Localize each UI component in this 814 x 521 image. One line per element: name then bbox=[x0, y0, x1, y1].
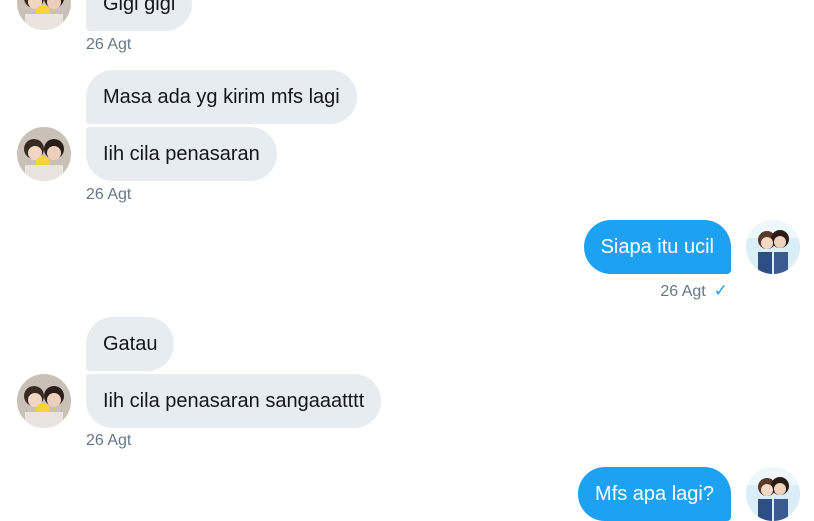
message-text: Iih cila penasaran sangaaatttt bbox=[103, 390, 365, 412]
message-text: Iih cila penasaran bbox=[103, 143, 260, 165]
message-timestamp: 26 Agt bbox=[86, 186, 132, 203]
outgoing-message-bubble[interactable]: Siapa itu ucil bbox=[583, 220, 731, 274]
sender-avatar[interactable] bbox=[17, 0, 71, 30]
timestamp-text: 26 Agt bbox=[660, 283, 706, 300]
message-timestamp: 26 Agt bbox=[86, 432, 132, 449]
own-avatar[interactable] bbox=[746, 467, 800, 521]
message-text: Gatau bbox=[103, 333, 158, 355]
message-text: Gigi gigi bbox=[103, 0, 176, 15]
message-timestamp: 26 Agt ✓ bbox=[660, 281, 728, 302]
outgoing-message-bubble[interactable]: Mfs apa lagi? bbox=[578, 467, 731, 521]
own-avatar[interactable] bbox=[746, 220, 800, 274]
sender-avatar[interactable] bbox=[17, 374, 71, 428]
message-text: Siapa itu ucil bbox=[600, 236, 714, 258]
message-text: Masa ada yg kirim mfs lagi bbox=[103, 86, 340, 108]
sender-avatar[interactable] bbox=[17, 127, 71, 181]
message-text: Mfs apa lagi? bbox=[595, 483, 714, 505]
incoming-message-bubble[interactable]: Gatau bbox=[86, 317, 175, 371]
checkmark-icon: ✓ bbox=[713, 281, 728, 300]
incoming-message-bubble[interactable]: Masa ada yg kirim mfs lagi bbox=[86, 70, 357, 124]
incoming-message-bubble[interactable]: Iih cila penasaran sangaaatttt bbox=[86, 374, 382, 428]
incoming-message-bubble[interactable]: Iih cila penasaran bbox=[86, 127, 277, 181]
message-timestamp: 26 Agt bbox=[86, 36, 132, 53]
incoming-message-bubble[interactable]: Gigi gigi bbox=[86, 0, 193, 31]
